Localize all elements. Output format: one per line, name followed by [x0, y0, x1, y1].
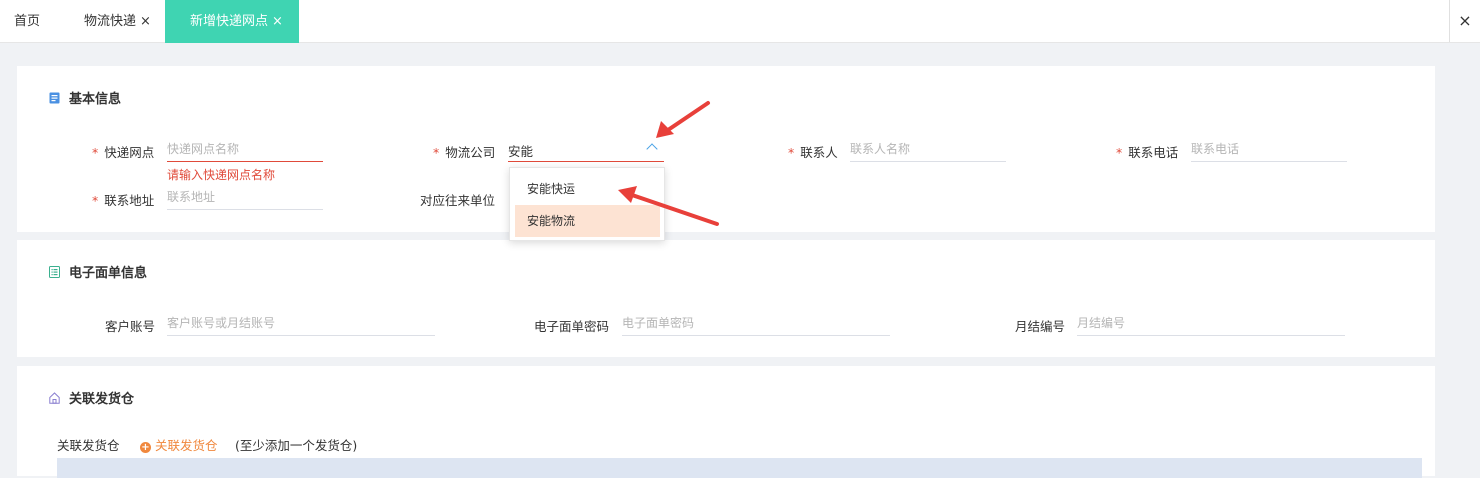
phone-label: * 联系电话 — [1116, 142, 1178, 161]
tab-bar: 首页 物流快递 × 新增快递网点 × × — [0, 0, 1480, 43]
required-mark: * — [92, 145, 99, 160]
add-warehouse-button[interactable]: + 关联发货仓 — [140, 435, 218, 454]
password-input[interactable] — [622, 311, 890, 336]
required-mark: * — [92, 193, 99, 208]
add-warehouse-label: 关联发货仓 — [155, 438, 218, 453]
required-mark: * — [788, 145, 795, 160]
address-label-text: 联系地址 — [104, 193, 155, 208]
account-label: 客户账号 — [105, 319, 156, 334]
tab-logistics[interactable]: 物流快递 × — [84, 0, 151, 43]
waybill-info-title-text: 电子面单信息 — [69, 266, 148, 281]
plus-circle-icon: + — [140, 442, 151, 453]
counterparty-label: 对应往来单位 — [420, 193, 496, 208]
address-label: * 联系地址 — [92, 190, 154, 209]
contact-label-text: 联系人 — [800, 145, 838, 160]
document-icon — [49, 92, 60, 104]
waybill-info-panel: 电子面单信息 客户账号 电子面单密码 月结编号 — [17, 240, 1435, 357]
warehouse-panel: 关联发货仓 关联发货仓 + 关联发货仓 (至少添加一个发货仓) — [17, 366, 1435, 478]
express-point-label: * 快递网点 — [92, 142, 154, 161]
phone-input[interactable] — [1191, 137, 1347, 162]
warehouse-title: 关联发货仓 — [49, 388, 134, 407]
dropdown-option[interactable]: 安能快运 — [515, 173, 660, 205]
express-point-error: 请输入快递网点名称 — [167, 168, 276, 182]
monthly-no-label: 月结编号 — [1015, 319, 1066, 334]
basic-info-panel: 基本信息 * 快递网点 请输入快递网点名称 * 物流公司 安能 * 联系人 * 联系电话… — [17, 66, 1435, 232]
close-all-tabs-icon[interactable]: × — [1449, 0, 1480, 42]
list-icon — [49, 266, 60, 278]
phone-label-text: 联系电话 — [1128, 145, 1179, 160]
express-point-input[interactable] — [167, 137, 323, 162]
basic-info-title: 基本信息 — [49, 88, 121, 107]
close-icon[interactable]: × — [272, 14, 283, 29]
warehouse-title-text: 关联发货仓 — [69, 392, 135, 407]
basic-info-title-text: 基本信息 — [69, 92, 122, 107]
logistics-company-label: * 物流公司 — [433, 142, 495, 161]
tab-home[interactable]: 首页 — [14, 0, 40, 43]
contact-input[interactable] — [850, 137, 1006, 162]
address-input[interactable] — [167, 185, 323, 210]
tab-new-express-point[interactable]: 新增快递网点 × — [165, 0, 299, 43]
warehouse-hint: (至少添加一个发货仓) — [235, 438, 358, 453]
waybill-info-title: 电子面单信息 — [49, 262, 147, 281]
account-input[interactable] — [167, 311, 435, 336]
logistics-company-dropdown: 安能快运 安能物流 — [509, 167, 665, 241]
monthly-no-input[interactable] — [1077, 311, 1345, 336]
password-label: 电子面单密码 — [534, 319, 610, 334]
contact-label: * 联系人 — [788, 142, 838, 161]
warehouse-label: 关联发货仓 — [57, 438, 120, 453]
required-mark: * — [433, 145, 440, 160]
close-icon[interactable]: × — [140, 14, 151, 29]
logistics-company-value[interactable]: 安能 — [508, 141, 533, 160]
tab-active-label: 新增快递网点 — [190, 14, 269, 29]
express-point-label-text: 快递网点 — [104, 145, 155, 160]
tab-logistics-label: 物流快递 — [84, 14, 137, 29]
required-mark: * — [1116, 145, 1123, 160]
home-icon — [49, 392, 60, 404]
dropdown-option-highlighted[interactable]: 安能物流 — [515, 205, 660, 237]
logistics-company-label-text: 物流公司 — [445, 145, 496, 160]
tab-home-label: 首页 — [14, 14, 41, 29]
warehouse-table-header — [57, 458, 1422, 478]
